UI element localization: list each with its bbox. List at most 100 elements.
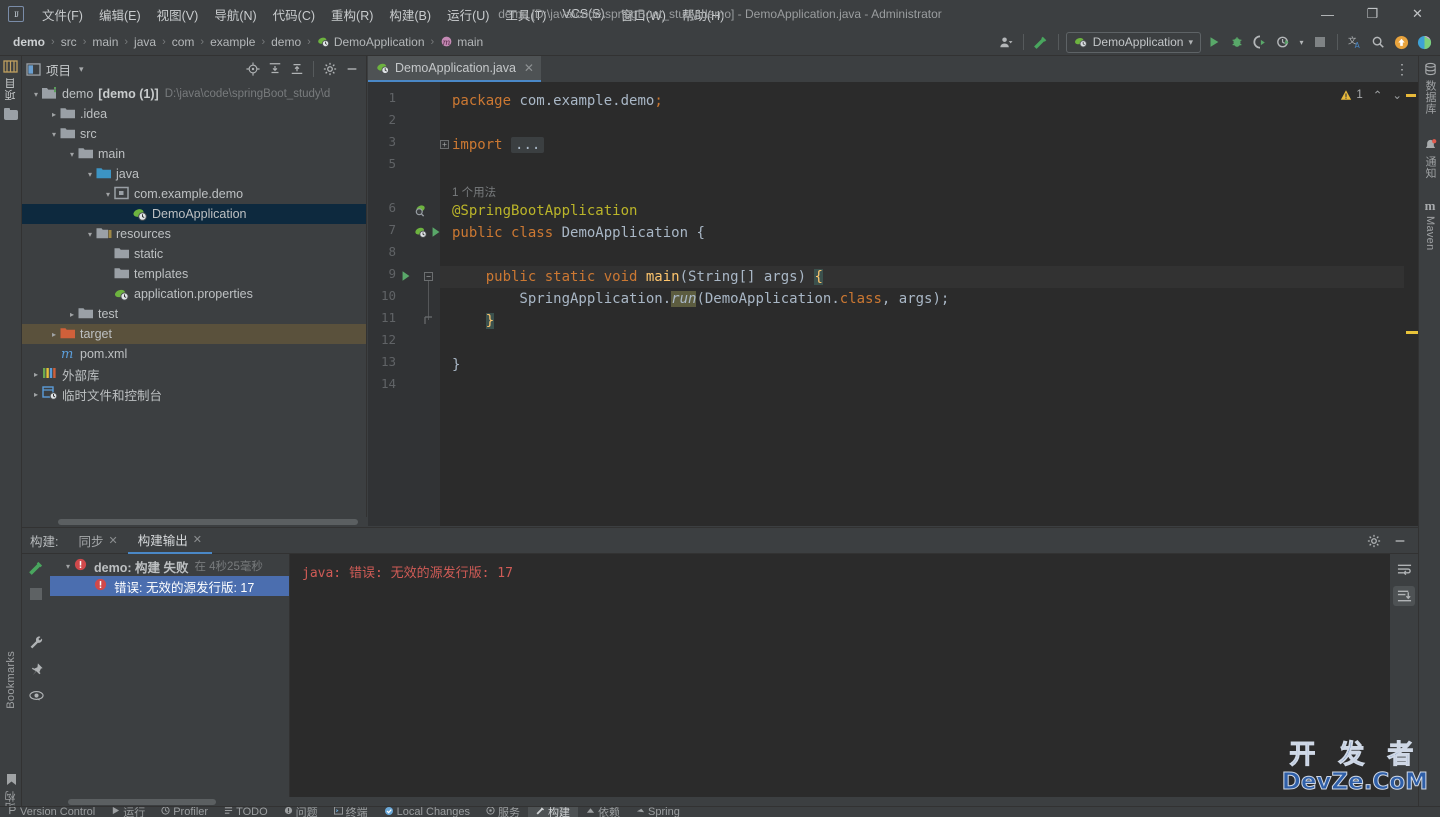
build-tree-node[interactable]: ▾ demo: 构建 失败在 4秒25毫秒 — [50, 556, 289, 576]
spring-config-gutter-icon[interactable] — [414, 225, 428, 239]
menu-item-0[interactable]: 文件(F) — [34, 1, 91, 28]
update-icon[interactable] — [1391, 32, 1411, 52]
scrollbar-thumb[interactable] — [68, 799, 216, 805]
maven-icon[interactable]: m — [1419, 198, 1440, 214]
close-icon[interactable]: ✕ — [524, 61, 534, 75]
code-line-6[interactable]: @SpringBootApplication — [452, 200, 637, 222]
status-bar-item-2[interactable]: Profiler — [153, 807, 216, 817]
close-icon[interactable]: ✕ — [109, 534, 118, 547]
sidebar-item-bookmarks[interactable]: Bookmarks — [0, 651, 22, 709]
chevron-right-icon[interactable]: ▸ — [30, 368, 42, 380]
fold-expand-icon[interactable]: + — [440, 140, 449, 149]
chevron-down-icon[interactable]: ▾ — [1188, 37, 1193, 48]
run-method-gutter-icon[interactable] — [400, 270, 414, 284]
run-configuration-selector[interactable]: DemoApplication ▾ — [1065, 31, 1201, 53]
status-bar-item-8[interactable]: 构建 — [528, 807, 579, 817]
tab-demoapplication-java[interactable]: DemoApplication.java ✕ — [368, 56, 541, 82]
breadcrumb-item-java[interactable]: java — [131, 34, 159, 50]
fold-end-icon[interactable] — [424, 316, 433, 325]
stop-icon[interactable] — [30, 588, 42, 603]
build-console-output[interactable]: java: 错误: 无效的源发行版: 17 — [290, 554, 1418, 806]
build-tree-node[interactable]: 错误: 无效的源发行版: 17 — [50, 576, 289, 596]
tree-node[interactable]: m pom.xml — [22, 344, 366, 364]
status-bar-item-3[interactable]: TODO — [216, 807, 276, 817]
breadcrumb-item-main[interactable]: m main — [437, 34, 486, 50]
search-icon[interactable] — [1368, 32, 1388, 52]
chevron-down-icon[interactable]: ▾ — [84, 168, 96, 180]
close-button[interactable]: ✕ — [1395, 0, 1440, 28]
expand-all-icon[interactable] — [265, 59, 285, 79]
pin-icon[interactable] — [29, 662, 44, 680]
close-icon[interactable]: ✕ — [193, 533, 202, 546]
sidebar-item-database[interactable]: 数据库 — [1419, 80, 1440, 114]
menu-item-4[interactable]: 代码(C) — [265, 1, 323, 28]
eye-icon[interactable] — [28, 689, 44, 705]
menu-item-5[interactable]: 重构(R) — [323, 1, 381, 28]
build-hammer-icon[interactable] — [28, 559, 45, 579]
chevron-right-icon[interactable]: ▸ — [66, 308, 78, 320]
code-line-13[interactable]: } — [452, 354, 460, 376]
sidebar-item-project-label[interactable]: 项目 — [0, 78, 22, 101]
tree-node[interactable]: ▸ target — [22, 324, 366, 344]
sidebar-item-project[interactable] — [0, 60, 22, 74]
breadcrumb-item-demoapplication[interactable]: DemoApplication — [314, 34, 428, 50]
code-line-9[interactable]: public static void main(String[] args) { — [452, 266, 823, 288]
chevron-down-icon[interactable]: ▾ — [66, 148, 78, 160]
tree-node[interactable]: ▾ resources — [22, 224, 366, 244]
menu-item-7[interactable]: 运行(U) — [439, 1, 497, 28]
hide-panel-icon[interactable] — [342, 59, 362, 79]
tree-node[interactable]: ▸ .idea — [22, 104, 366, 124]
chevron-right-icon[interactable]: ▸ — [48, 328, 60, 340]
chevron-down-icon-project[interactable]: ▾ — [79, 64, 84, 75]
code-line-7[interactable]: public class DemoApplication { — [452, 222, 705, 244]
code-line-11[interactable]: } — [452, 310, 495, 332]
soft-wrap-icon[interactable] — [1393, 560, 1415, 580]
tree-node[interactable]: application.properties — [22, 284, 366, 304]
chevron-right-icon[interactable]: ▸ — [48, 108, 60, 120]
breadcrumb-item-src[interactable]: src — [58, 34, 80, 50]
maximize-button[interactable]: ❐ — [1350, 0, 1395, 28]
collapse-all-icon[interactable] — [287, 59, 307, 79]
tab-build-output[interactable]: 构建输出 ✕ — [127, 528, 212, 554]
editor-code[interactable]: 1 个用法 + package com.example.demo; import ..… — [440, 82, 1418, 526]
settings-gear-icon[interactable] — [320, 59, 340, 79]
prev-problem-icon[interactable]: ⌃ — [1373, 88, 1383, 102]
scrollbar-thumb[interactable] — [58, 519, 358, 525]
status-bar-item-6[interactable]: Local Changes — [376, 807, 478, 817]
code-line-10[interactable]: SpringApplication.run(DemoApplication.cl… — [452, 288, 949, 310]
breadcrumb-item-example[interactable]: example — [207, 34, 258, 50]
minimize-button[interactable]: — — [1305, 0, 1350, 28]
tree-node[interactable]: static — [22, 244, 366, 264]
sidebar-item-maven[interactable]: Maven — [1419, 216, 1440, 251]
chevron-right-icon[interactable]: ▸ — [30, 388, 42, 400]
menu-item-6[interactable]: 构建(B) — [381, 1, 439, 28]
chevron-down-icon[interactable]: ▾ — [84, 228, 96, 240]
warning-marker[interactable] — [1406, 94, 1416, 97]
settings-gear-icon[interactable] — [1364, 531, 1384, 551]
tab-sync[interactable]: 同步 ✕ — [68, 528, 127, 554]
tree-node[interactable]: ▾ java — [22, 164, 366, 184]
tree-node[interactable]: ▸ test — [22, 304, 366, 324]
status-bar-item-5[interactable]: 终端 — [326, 807, 376, 817]
tree-node[interactable]: ▾ main — [22, 144, 366, 164]
account-icon[interactable] — [996, 32, 1016, 52]
status-bar-item-10[interactable]: Spring — [628, 807, 688, 817]
code-line-3[interactable]: import ... — [452, 134, 545, 156]
tree-node[interactable]: ▸ 临时文件和控制台 — [22, 384, 366, 404]
chevron-down-icon[interactable]: ▾ — [102, 188, 114, 200]
wrench-icon[interactable] — [29, 635, 44, 653]
database-icon[interactable] — [1419, 62, 1440, 76]
scroll-to-end-icon[interactable] — [1393, 586, 1415, 606]
breadcrumb-item-demo[interactable]: demo — [10, 34, 48, 50]
breadcrumb-item-com[interactable]: com — [169, 34, 198, 50]
status-bar-item-9[interactable]: 依赖 — [578, 807, 628, 817]
more-options-icon[interactable]: ⋮ — [1392, 59, 1412, 79]
status-bar-item-0[interactable]: Version Control — [0, 807, 103, 817]
translate-icon[interactable]: 文A — [1345, 32, 1365, 52]
next-problem-icon[interactable]: ⌄ — [1392, 88, 1402, 102]
editor-marker-bar[interactable] — [1404, 82, 1418, 526]
menu-item-1[interactable]: 编辑(E) — [91, 1, 149, 28]
breadcrumb-item-main[interactable]: main — [89, 34, 121, 50]
project-tree[interactable]: ▾ demo [demo (1)] D:\java\code\springBoot_s… — [22, 82, 366, 526]
tree-node[interactable]: ▸ 外部库 — [22, 364, 366, 384]
